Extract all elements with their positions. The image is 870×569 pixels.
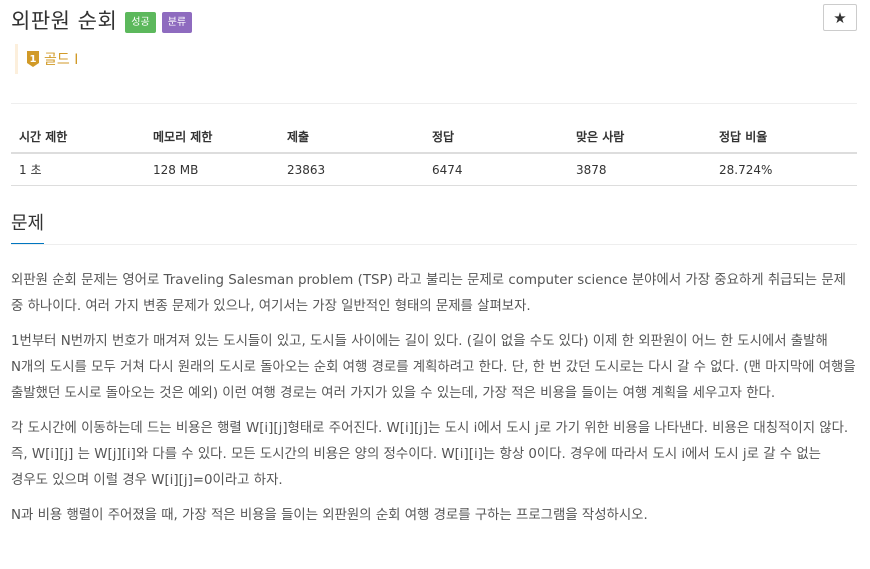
submissions-value: 23863: [279, 153, 424, 186]
problem-section-title: 문제: [11, 209, 45, 244]
problem-title: 외판원 순회: [11, 9, 118, 33]
problem-description: 외판원 순회 문제는 영어로 Traveling Salesman proble…: [11, 268, 861, 538]
tier-indicator[interactable]: 1 골드 I: [15, 44, 78, 74]
header-memory-limit: 메모리 제한: [145, 121, 279, 154]
solved-users-value: 3878: [568, 153, 711, 186]
problem-stats-table: 시간 제한 메모리 제한 제출 정답 맞은 사람 정답 비율 1 초 128 M…: [11, 121, 857, 186]
description-paragraph: 각 도시간에 이동하는데 드는 비용은 행렬 W[i][j]형태로 주어진다. …: [11, 421, 849, 488]
header-time-limit: 시간 제한: [11, 121, 145, 154]
tier-number: 1: [30, 54, 37, 65]
category-badge[interactable]: 분류: [161, 11, 193, 33]
stats-header-row: 시간 제한 메모리 제한 제출 정답 맞은 사람 정답 비율: [11, 121, 857, 154]
gold-tier-icon: 1: [26, 50, 40, 68]
favorite-star-button[interactable]: ★: [823, 4, 857, 31]
header-accept-ratio: 정답 비율: [711, 121, 857, 154]
stats-value-row: 1 초 128 MB 23863 6474 3878 28.724%: [11, 153, 857, 186]
divider: [11, 103, 857, 104]
description-paragraph: N과 비용 행렬이 주어졌을 때, 가장 적은 비용을 들이는 외판원의 순회 …: [11, 508, 648, 523]
success-badge[interactable]: 성공: [125, 11, 156, 33]
memory-limit-value: 128 MB: [145, 153, 279, 186]
accepted-value: 6474: [424, 153, 568, 186]
title-row: 외판원 순회 성공 분류: [11, 4, 193, 36]
accept-ratio-value: 28.724%: [711, 153, 857, 186]
description-paragraph: 외판원 순회 문제는 영어로 Traveling Salesman proble…: [11, 273, 846, 314]
section-divider: [11, 244, 857, 245]
header-solved-users: 맞은 사람: [568, 121, 711, 154]
header-submissions: 제출: [279, 121, 424, 154]
tier-label: 골드 I: [44, 52, 79, 68]
header-accepted: 정답: [424, 121, 568, 154]
star-icon: ★: [833, 8, 847, 27]
description-paragraph: 1번부터 N번까지 번호가 매겨져 있는 도시들이 있고, 도시들 사이에는 길…: [11, 334, 856, 401]
time-limit-value: 1 초: [11, 153, 145, 186]
